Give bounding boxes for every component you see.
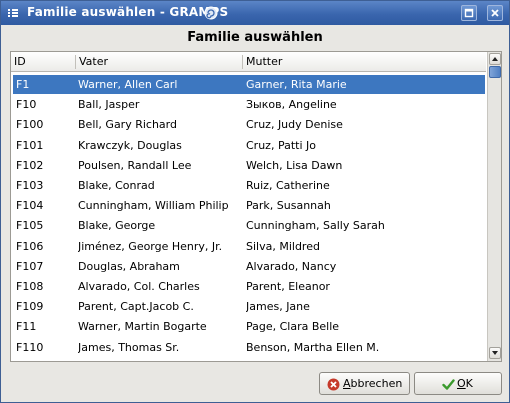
column-header-id[interactable]: ID	[11, 52, 75, 72]
scroll-down-button[interactable]	[489, 347, 501, 359]
family-list[interactable]: ID Vater Mutter F1 Warner, Allen Carl Garn…	[10, 51, 502, 362]
maximize-button[interactable]	[461, 5, 477, 21]
cell-vater: Alvarado, Col. Charles	[78, 280, 200, 293]
cell-vater: Krawczyk, Douglas	[78, 138, 182, 152]
cell-id: F106	[16, 239, 44, 253]
ok-button[interactable]: OK	[414, 372, 502, 395]
table-row[interactable]: F1 Warner, Allen Carl Garner, Rita Marie	[13, 75, 485, 94]
column-header-vater[interactable]: Vater	[76, 52, 242, 72]
cell-id: F102	[16, 158, 44, 172]
scroll-up-arrow-icon	[492, 57, 498, 61]
cell-id: F107	[16, 259, 44, 273]
gramps-swirl-icon	[204, 6, 218, 20]
cell-mutter: Silva, Mildred	[246, 239, 320, 253]
cell-vater: Warner, Martin Bogarte	[78, 320, 207, 334]
table-row[interactable]: F11 Warner, Martin Bogarte Page, Clara Bel…	[13, 317, 485, 336]
cell-id: F11	[16, 320, 37, 334]
cell-id: F10	[16, 98, 37, 112]
cell-vater: Douglas, Abraham	[78, 259, 180, 273]
table-row[interactable]: F106 Jiménez, George Henry, Jr. Silva, Mil…	[13, 237, 485, 256]
table-row[interactable]: F107 Douglas, Abraham Alvarado, Nancy	[13, 257, 485, 276]
cell-vater: Ball, Jasper	[78, 98, 140, 112]
table-header: ID Vater Mutter	[11, 52, 486, 72]
ok-button-label: OK	[457, 377, 473, 390]
cell-vater: Bell, Gary Richard	[78, 118, 177, 132]
checkmark-icon	[442, 379, 455, 390]
cell-id: F103	[16, 179, 44, 192]
cancel-button[interactable]: Abbrechen	[319, 372, 410, 395]
cell-vater: Blake, George	[78, 219, 156, 233]
title-bar[interactable]: Familie auswählen - GRAMPS	[1, 1, 509, 25]
cell-id: F101	[16, 138, 44, 152]
cell-vater: Poulsen, Randall Lee	[78, 158, 192, 172]
cancel-x-icon	[327, 378, 340, 391]
cell-mutter: Ruiz, Catherine	[246, 179, 330, 192]
table-row[interactable]: F104 Cunningham, William Philip Park, Susa…	[13, 196, 485, 215]
cell-mutter: Зыков, Angeline	[246, 98, 337, 112]
cell-mutter: Welch, Lisa Dawn	[246, 158, 343, 172]
cell-id: F108	[16, 280, 44, 293]
ok-label-rest: K	[465, 377, 473, 390]
cell-mutter: James, Jane	[246, 300, 310, 314]
cell-id: F110	[16, 340, 44, 354]
cell-mutter: Cruz, Judy Denise	[246, 118, 343, 132]
dialog-heading: Familie auswählen	[187, 30, 323, 45]
table-row[interactable]: F103 Blake, Conrad Ruiz, Catherine	[13, 176, 485, 195]
scroll-down-arrow-icon	[492, 351, 498, 355]
window-menu-icon[interactable]	[7, 7, 19, 19]
cell-mutter: Parent, Eleanor	[246, 280, 330, 293]
table-row[interactable]: F102 Poulsen, Randall Lee Welch, Lisa Dawn	[13, 156, 485, 175]
scroll-up-button[interactable]	[489, 53, 501, 65]
table-row[interactable]: F108 Alvarado, Col. Charles Parent, Eleano…	[13, 277, 485, 296]
close-button[interactable]	[487, 5, 503, 21]
cell-mutter: Alvarado, Nancy	[246, 259, 337, 273]
table-row[interactable]: F105 Blake, George Cunningham, Sally Sarah	[13, 216, 485, 235]
cell-vater: Cunningham, William Philip	[78, 199, 229, 213]
dialog-window: Familie auswählen - GRAMPS Familie auswä…	[0, 0, 510, 403]
cell-mutter: Page, Clara Belle	[246, 320, 340, 334]
cell-id: F104	[16, 199, 44, 213]
cell-mutter: Park, Susannah	[246, 199, 331, 213]
close-icon	[491, 9, 499, 17]
column-header-mutter[interactable]: Mutter	[243, 52, 483, 72]
table-row[interactable]: F100 Bell, Gary Richard Cruz, Judy Denise	[13, 115, 485, 134]
vertical-scrollbar[interactable]	[487, 52, 501, 361]
cell-mutter: Cunningham, Sally Sarah	[246, 219, 385, 233]
cancel-mnemonic: A	[343, 377, 351, 390]
cell-id: F105	[16, 219, 44, 233]
cancel-label-rest: bbrechen	[350, 377, 403, 390]
window-title: Familie auswählen - GRAMPS	[27, 5, 229, 19]
cell-vater: James, Thomas Sr.	[78, 340, 180, 354]
cell-mutter: Garner, Rita Marie	[246, 78, 347, 91]
scroll-thumb[interactable]	[489, 66, 501, 78]
maximize-icon	[464, 8, 474, 18]
ok-mnemonic: O	[457, 377, 466, 390]
table-row[interactable]: F10 Ball, Jasper Зыков, Angeline	[13, 95, 485, 114]
cell-vater: Jiménez, George Henry, Jr.	[78, 239, 223, 253]
cell-mutter: Benson, Martha Ellen M.	[246, 340, 380, 354]
cell-mutter: Cruz, Patti Jo	[246, 138, 316, 152]
cell-id: F1	[16, 78, 30, 91]
cell-vater: Warner, Allen Carl	[78, 78, 178, 91]
table-row[interactable]: F101 Krawczyk, Douglas Cruz, Patti Jo	[13, 136, 485, 155]
table-row[interactable]: F109 Parent, Capt.Jacob C. James, Jane	[13, 297, 485, 316]
cell-vater: Blake, Conrad	[78, 179, 155, 192]
cell-vater: Parent, Capt.Jacob C.	[78, 300, 194, 314]
cell-id: F100	[16, 118, 44, 132]
table-row[interactable]: F110 James, Thomas Sr. Benson, Martha Elle…	[13, 338, 485, 357]
cancel-button-label: Abbrechen	[343, 377, 402, 390]
cell-id: F109	[16, 300, 44, 314]
